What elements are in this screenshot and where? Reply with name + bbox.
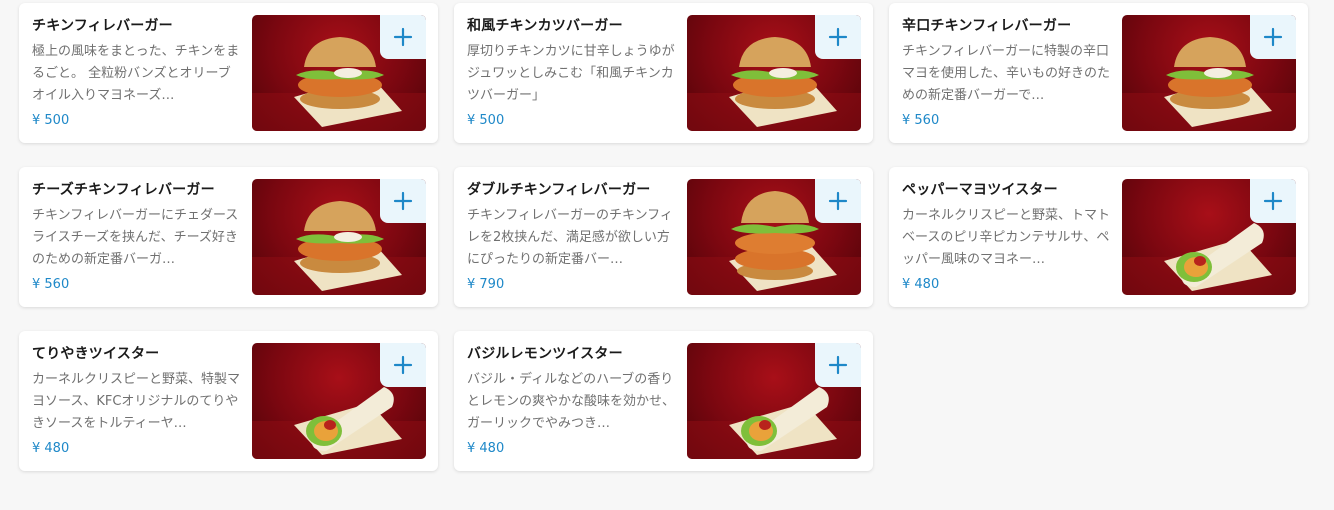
item-description: バジル・ディルなどのハーブの香りとレモンの爽やかな酸味を効かせ、ガーリックでやみ… [467,372,676,431]
item-price: ¥ 560 [902,113,940,128]
plus-icon [1263,27,1283,47]
add-to-cart-button[interactable] [380,343,426,387]
plus-icon [393,191,413,211]
add-to-cart-button[interactable] [815,179,861,223]
item-name: チーズチキンフィレバーガー [32,182,215,198]
item-price: ¥ 790 [467,277,505,292]
menu-card[interactable]: 辛口チキンフィレバーガー チキンフィレバーガーに特製の辛口マヨを使用した、辛いも… [889,3,1308,143]
item-price: ¥ 480 [467,441,505,456]
item-price: ¥ 500 [467,113,505,128]
add-to-cart-button[interactable] [380,15,426,59]
item-description: カーネルクリスピーと野菜、特製マヨソース、KFCオリジナルのてりやきソースをトル… [32,372,241,431]
item-name: チキンフィレバーガー [32,18,173,34]
item-name: ダブルチキンフィレバーガー [467,182,651,198]
item-price: ¥ 480 [32,441,70,456]
add-to-cart-button[interactable] [815,15,861,59]
add-to-cart-button[interactable] [1250,15,1296,59]
item-name: ペッパーマヨツイスター [902,182,1058,198]
item-description: チキンフィレバーガーのチキンフィレを2枚挟んだ、満足感が欲しい方にぴったりの新定… [467,208,673,267]
menu-card[interactable]: ダブルチキンフィレバーガー チキンフィレバーガーのチキンフィレを2枚挟んだ、満足… [454,167,873,307]
item-name: てりやきツイスター [32,346,160,362]
menu-card[interactable]: ペッパーマヨツイスター カーネルクリスピーと野菜、トマトベースのピリ辛ピカンテサ… [889,167,1308,307]
item-description: チキンフィレバーガーに特製の辛口マヨを使用した、辛いもの好きのための新定番バーガ… [902,44,1111,103]
item-name: バジルレモンツイスター [467,346,623,362]
add-to-cart-button[interactable] [815,343,861,387]
add-to-cart-button[interactable] [1250,179,1296,223]
menu-card[interactable]: チーズチキンフィレバーガー チキンフィレバーガーにチェダースライスチーズを挟んだ… [19,167,438,307]
item-price: ¥ 480 [902,277,940,292]
add-to-cart-button[interactable] [380,179,426,223]
plus-icon [1263,191,1283,211]
item-description: カーネルクリスピーと野菜、トマトベースのピリ辛ピカンテサルサ、ペッパー風味のマヨ… [902,208,1111,267]
item-price: ¥ 560 [32,277,70,292]
item-price: ¥ 500 [32,113,70,128]
item-name: 和風チキンカツバーガー [467,18,623,34]
menu-card[interactable]: てりやきツイスター カーネルクリスピーと野菜、特製マヨソース、KFCオリジナルの… [19,331,438,471]
menu-grid: チキンフィレバーガー 極上の風味をまとった、チキンをまるごと。 全粒粉バンズとオ… [0,0,1334,510]
item-description: チキンフィレバーガーにチェダースライスチーズを挟んだ、チーズ好きのための新定番バ… [32,208,239,267]
menu-card[interactable]: 和風チキンカツバーガー 厚切りチキンカツに甘辛しょうゆがジュワッとしみこむ「和風… [454,3,873,143]
plus-icon [828,191,848,211]
item-name: 辛口チキンフィレバーガー [902,18,1072,34]
item-description: 厚切りチキンカツに甘辛しょうゆがジュワッとしみこむ「和風チキンカツバーガー」 [467,44,675,103]
plus-icon [828,27,848,47]
plus-icon [393,27,413,47]
plus-icon [828,355,848,375]
item-description: 極上の風味をまとった、チキンをまるごと。 全粒粉バンズとオリーブオイル入りマヨネ… [32,44,240,103]
menu-card[interactable]: バジルレモンツイスター バジル・ディルなどのハーブの香りとレモンの爽やかな酸味を… [454,331,873,471]
menu-card[interactable]: チキンフィレバーガー 極上の風味をまとった、チキンをまるごと。 全粒粉バンズとオ… [19,3,438,143]
plus-icon [393,355,413,375]
